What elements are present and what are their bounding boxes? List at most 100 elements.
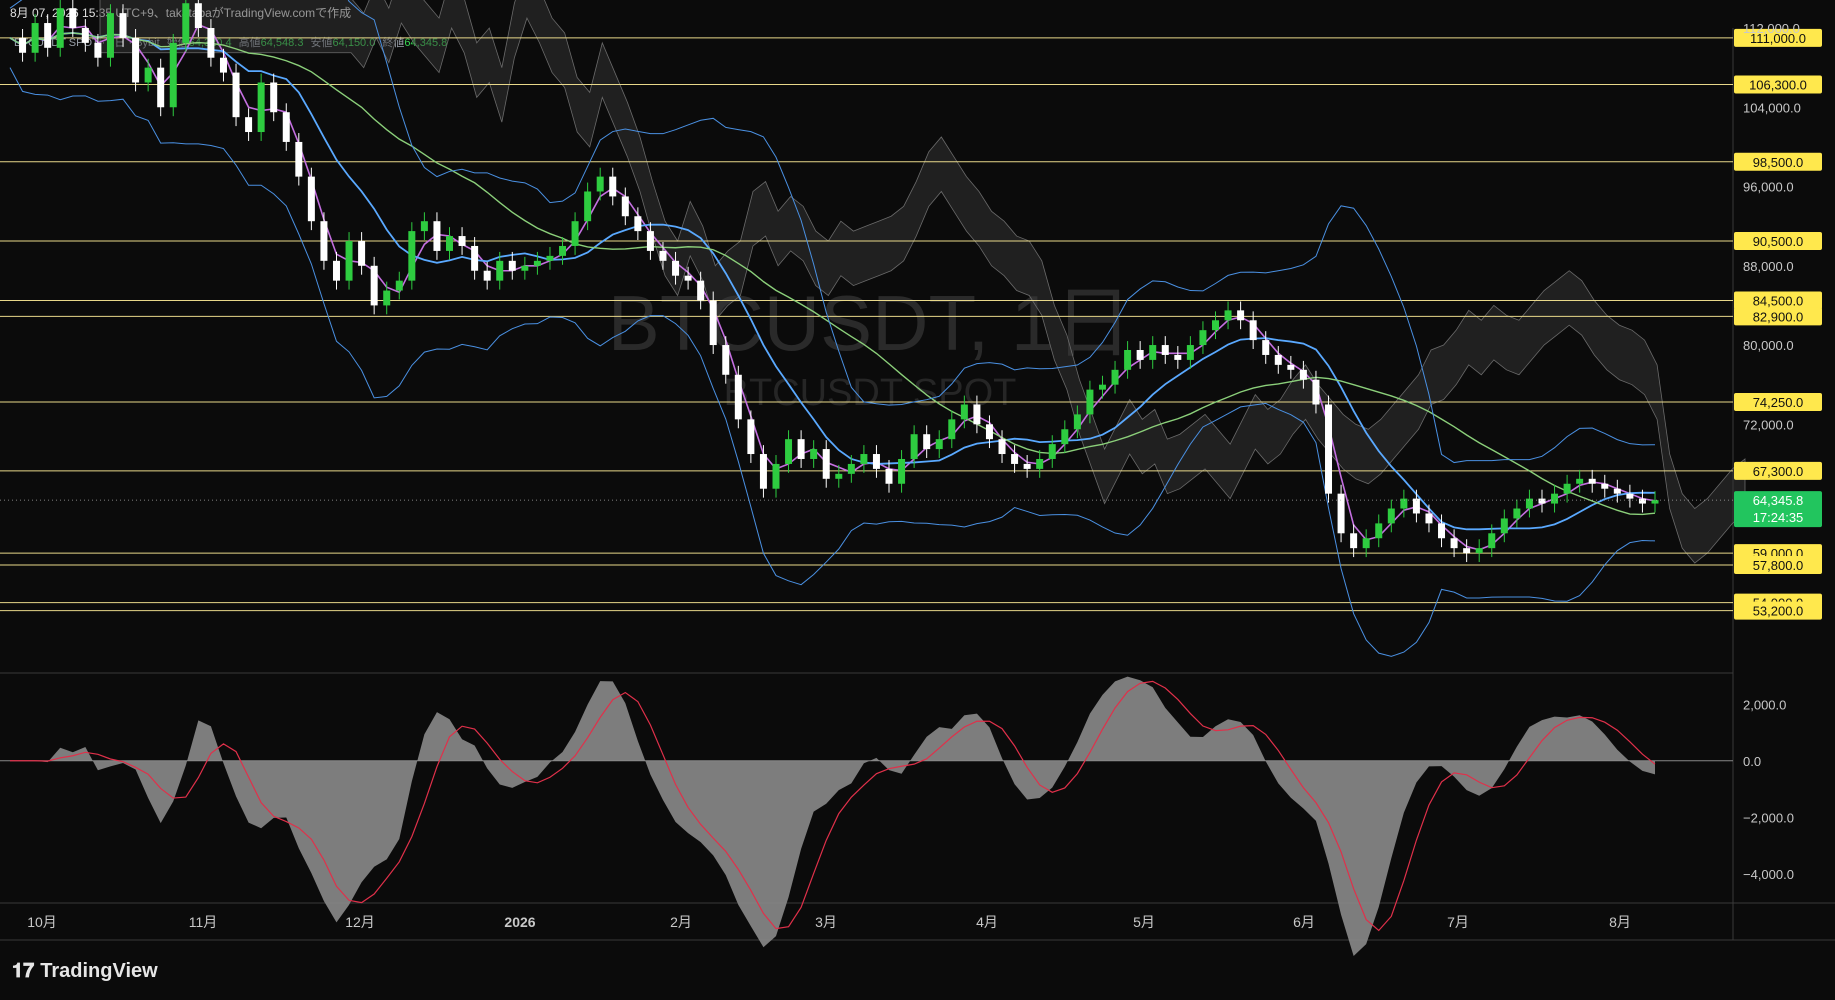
candle-body (847, 463, 855, 474)
candle-body (1249, 320, 1257, 341)
macd-tick-label: 0.0 (1743, 754, 1761, 769)
candle-body (1124, 350, 1132, 370)
macd-tick-label: −4,000.0 (1743, 867, 1794, 882)
time-tick-label: 2月 (670, 914, 692, 930)
candle-body (383, 290, 391, 306)
candle-body (973, 404, 981, 425)
candle-body (1186, 345, 1194, 360)
candle-body (232, 72, 240, 118)
candle-body (1500, 518, 1508, 534)
candle-body (1538, 498, 1546, 504)
level-label: 53,200.0 (1753, 604, 1804, 619)
candle-body (521, 265, 529, 271)
candle-body (1224, 310, 1232, 321)
candle-body (119, 13, 127, 38)
candle-body (1036, 458, 1044, 469)
candle-body (496, 260, 504, 281)
candle-body (1613, 488, 1621, 494)
candle-body (81, 28, 89, 43)
candle-body (659, 250, 667, 261)
candle-body (1375, 523, 1383, 539)
candle-body (722, 345, 730, 375)
candle-body (169, 42, 177, 108)
candle-body (1287, 364, 1295, 370)
candle-body (1199, 330, 1207, 346)
candle-body (998, 439, 1006, 455)
candle-body (596, 176, 604, 192)
candle-body (132, 37, 140, 83)
candle-body (697, 280, 705, 301)
candle-body (1488, 533, 1496, 549)
macd-tick-label: −2,000.0 (1743, 810, 1794, 825)
candle-body (772, 463, 780, 489)
candle-body (910, 434, 918, 459)
candle-body (621, 196, 629, 217)
candle-body (94, 42, 102, 58)
candle-body (1525, 498, 1533, 509)
candle-body (948, 419, 956, 440)
price-chart[interactable]: BTCUSDT, 1日 BTCUSDT SPOT 111,000.0106,30… (0, 0, 1835, 1000)
current-price-label: 64,345.8 (1753, 493, 1804, 508)
time-tick-label: 8月 (1609, 914, 1631, 930)
candle-body (257, 82, 265, 133)
candle-body (420, 221, 428, 232)
level-label: 84,500.0 (1753, 293, 1804, 308)
level-label: 67,300.0 (1753, 464, 1804, 479)
candle-body (1438, 523, 1446, 539)
candle-body (923, 434, 931, 450)
candle-body (1211, 320, 1219, 331)
level-label: 57,800.0 (1753, 558, 1804, 573)
candle-body (245, 117, 253, 133)
candle-body (985, 424, 993, 440)
candle-body (709, 300, 717, 346)
time-tick-label: 4月 (976, 914, 998, 930)
candle-body (458, 236, 466, 246)
candle-body (270, 82, 278, 113)
tradingview-logo[interactable]: 𝟏𝟕 TradingView (12, 958, 158, 983)
candle-body (295, 141, 303, 177)
candle-body (1412, 498, 1420, 514)
candle-body (559, 245, 567, 256)
candle-body (358, 241, 366, 266)
countdown-label: 17:24:35 (1753, 510, 1804, 525)
candle-body (282, 112, 290, 142)
candle-body (106, 13, 114, 58)
candle-body (1425, 513, 1433, 524)
time-tick-label: 11月 (189, 914, 218, 930)
candle-body (56, 8, 64, 48)
candle-body (1463, 548, 1471, 554)
candle-body (1337, 493, 1345, 534)
time-tick-label: 12月 (345, 914, 375, 930)
candle-body (785, 439, 793, 464)
candle-body (508, 260, 516, 271)
candle-body (1551, 493, 1559, 504)
price-tick-label: 72,000.0 (1743, 417, 1794, 432)
level-label: 106,300.0 (1749, 77, 1807, 92)
time-axis[interactable]: 10月 11月 12月 2026 2月 3月 4月 5月 6月 7月 8月 (27, 914, 1631, 930)
candle-body (1350, 533, 1358, 549)
candle-body (370, 265, 378, 306)
candle-body (734, 374, 742, 420)
candle-body (44, 23, 52, 48)
candle-body (1237, 310, 1245, 321)
candle-body (1136, 350, 1144, 360)
candle-body (1362, 538, 1370, 549)
candle-body (747, 419, 755, 455)
time-tick-label: 2026 (504, 914, 535, 930)
macd-pane[interactable]: 2,000.0 0.0 −2,000.0 −4,000.0 (0, 676, 1794, 956)
watermark-subtitle: BTCUSDT SPOT (724, 372, 1017, 414)
candle-body (1576, 478, 1584, 484)
candle-body (609, 176, 617, 197)
candle-body (1161, 345, 1169, 355)
candle-body (584, 191, 592, 222)
candle-body (157, 67, 165, 108)
candle-body (1048, 444, 1056, 459)
candle-body (960, 404, 968, 420)
candle-body (935, 439, 943, 450)
candle-body (810, 449, 818, 459)
candle-body (646, 231, 654, 251)
price-tick-label: 96,000.0 (1743, 180, 1794, 195)
candle-body (483, 270, 491, 281)
candle-body (1475, 548, 1483, 554)
candle-body (1098, 384, 1106, 390)
